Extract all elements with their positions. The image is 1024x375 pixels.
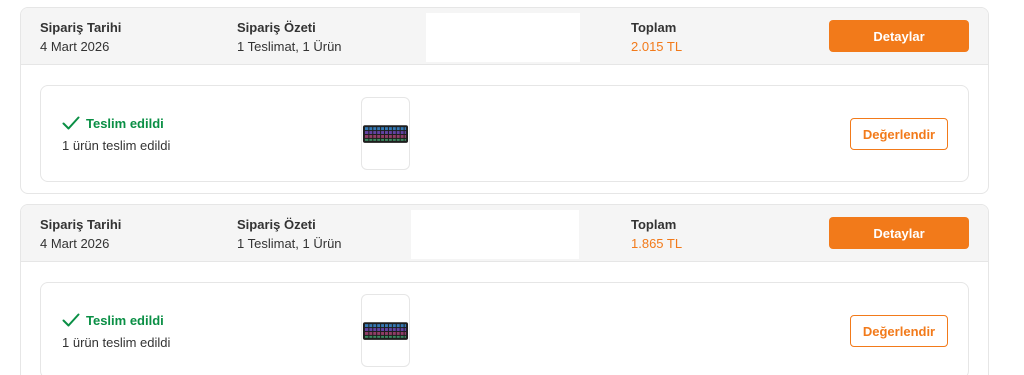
delivery-status-detail: 1 ürün teslim edildi [62, 335, 171, 350]
delivery-status: Teslim edildi [62, 312, 164, 328]
order-header: Sipariş Tarihi 4 Mart 2026 Sipariş Özeti… [21, 8, 988, 65]
keyboard-icon [362, 321, 409, 340]
order-total: Toplam 2.015 TL [631, 19, 682, 55]
order-header: Sipariş Tarihi 4 Mart 2026 Sipariş Özeti… [21, 205, 988, 262]
delivery-status-detail: 1 ürün teslim edildi [62, 138, 171, 153]
order-card: Sipariş Tarihi 4 Mart 2026 Sipariş Özeti… [20, 7, 989, 194]
order-summary-value: 1 Teslimat, 1 Ürün [237, 236, 342, 251]
order-date: Sipariş Tarihi 4 Mart 2026 [40, 216, 121, 252]
review-button[interactable]: Değerlendir [850, 315, 948, 347]
order-date-value: 4 Mart 2026 [40, 236, 110, 251]
redacted-area [411, 210, 579, 259]
order-summary-value: 1 Teslimat, 1 Ürün [237, 39, 342, 54]
order-date-value: 4 Mart 2026 [40, 39, 110, 54]
orders-page: Sipariş Tarihi 4 Mart 2026 Sipariş Özeti… [0, 0, 1024, 375]
order-total: Toplam 1.865 TL [631, 216, 682, 252]
order-summary-label: Sipariş Özeti [237, 20, 316, 35]
order-total-label: Toplam [631, 20, 677, 35]
redacted-area [426, 13, 580, 62]
details-button[interactable]: Detaylar [829, 20, 969, 52]
product-thumbnail[interactable] [361, 294, 410, 367]
delivery-box: Teslim edildi 1 ürün teslim edildi Değer… [40, 85, 969, 182]
order-date-label: Sipariş Tarihi [40, 217, 122, 232]
check-icon [62, 115, 80, 131]
order-total-value: 2.015 TL [631, 39, 683, 54]
details-button[interactable]: Detaylar [829, 217, 969, 249]
check-icon [62, 312, 80, 328]
order-summary-label: Sipariş Özeti [237, 217, 316, 232]
review-button[interactable]: Değerlendir [850, 118, 948, 150]
delivery-box: Teslim edildi 1 ürün teslim edildi Değer… [40, 282, 969, 375]
order-date: Sipariş Tarihi 4 Mart 2026 [40, 19, 121, 55]
order-summary: Sipariş Özeti 1 Teslimat, 1 Ürün [237, 19, 342, 55]
delivery-status-text: Teslim edildi [86, 312, 164, 328]
order-date-label: Sipariş Tarihi [40, 20, 122, 35]
delivery-status-text: Teslim edildi [86, 115, 164, 131]
keyboard-icon [362, 124, 409, 143]
delivery-status: Teslim edildi [62, 115, 164, 131]
order-summary: Sipariş Özeti 1 Teslimat, 1 Ürün [237, 216, 342, 252]
order-total-label: Toplam [631, 217, 677, 232]
order-card: Sipariş Tarihi 4 Mart 2026 Sipariş Özeti… [20, 204, 989, 375]
product-thumbnail[interactable] [361, 97, 410, 170]
order-total-value: 1.865 TL [631, 236, 683, 251]
